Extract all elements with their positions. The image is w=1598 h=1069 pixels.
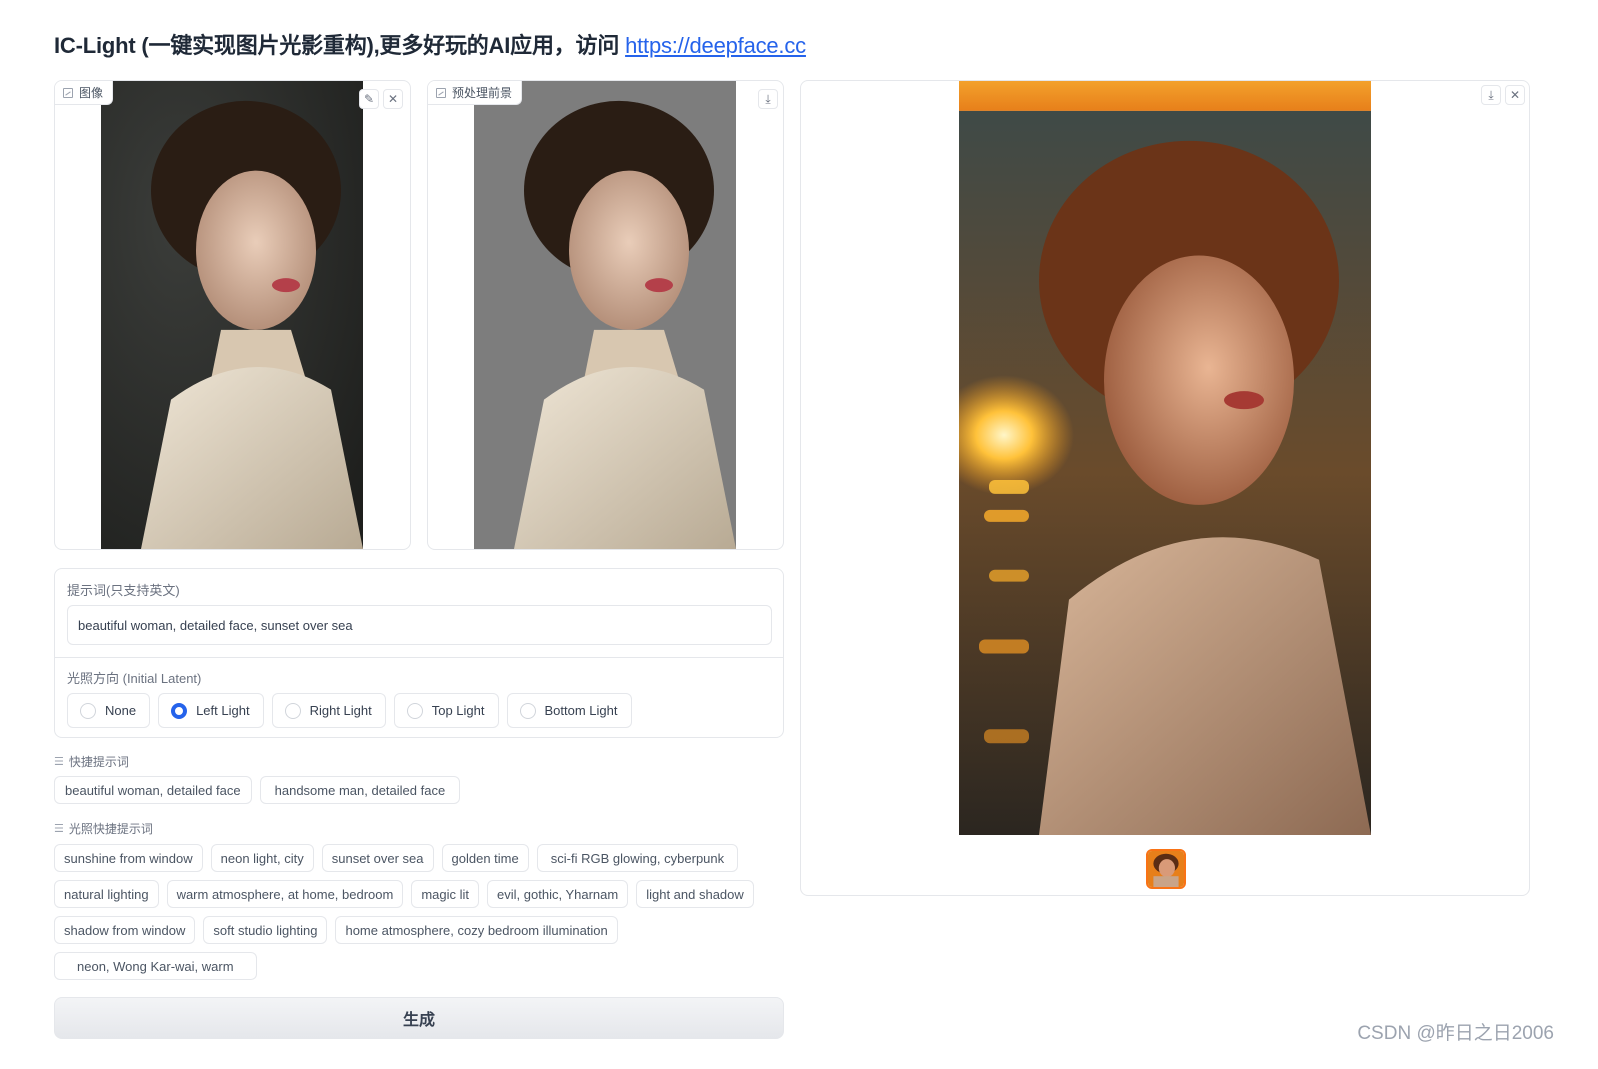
lighting-prompt-chip[interactable]: neon, Wong Kar-wai, warm [54,952,257,980]
lighting-prompt-chip[interactable]: natural lighting [54,880,159,908]
preprocessed-label-text: 预处理前景 [452,86,513,100]
quick-prompts-label-text: 快捷提示词 [68,755,129,769]
lighting-prompts-label-text: 光照快捷提示词 [68,822,153,836]
preprocessed-portrait-image [474,81,736,549]
radio-top-light[interactable]: Top Light [393,693,499,728]
close-icon[interactable]: ✕ [383,89,403,109]
light-direction-radio-group: None Left Light Right Light Top Light Bo… [67,693,632,728]
preprocessed-foreground-panel[interactable]: 预处理前景 ⤓ [427,80,784,550]
radio-circle-icon [80,702,96,719]
form-divider [55,657,783,658]
radio-label: None [105,703,137,718]
gallery-thumbnail[interactable] [1146,849,1186,889]
lighting-prompt-chip[interactable]: shadow from window [54,916,196,944]
list-icon: ☰ [54,756,64,768]
radio-circle-icon [406,702,423,719]
lighting-prompt-chip[interactable]: sunshine from window [54,844,203,872]
lighting-prompt-chip[interactable]: warm atmosphere, at home, bedroom [166,880,404,908]
input-portrait-image [101,81,363,549]
download-icon[interactable]: ⤓ [758,89,778,109]
pencil-icon[interactable]: ✎ [359,89,379,109]
radio-label: Bottom Light [544,703,618,718]
lighting-prompts-label: ☰ 光照快捷提示词 [54,820,153,837]
light-direction-label: 光照方向 (Initial Latent) [67,671,202,686]
input-image-label: 图像 [55,81,114,105]
prompt-input[interactable]: beautiful woman, detailed face, sunset o… [67,605,772,645]
lighting-prompt-chip[interactable]: neon light, city [210,844,314,872]
image-icon [436,87,446,98]
lighting-prompt-chip[interactable]: evil, gothic, Yharnam [487,880,629,908]
lighting-prompts-list: sunshine from window neon light, city su… [54,844,754,980]
settings-form: 提示词(只支持英文) beautiful woman, detailed fac… [54,568,784,738]
lighting-prompt-chip[interactable]: magic lit [411,880,480,908]
list-icon: ☰ [54,823,64,835]
radio-circle-icon [519,702,536,719]
input-image-panel[interactable]: 图像 ✎ ✕ [54,80,411,550]
quick-prompts-label: ☰ 快捷提示词 [54,753,129,770]
prompt-input-value: beautiful woman, detailed face, sunset o… [78,617,353,633]
radio-right-light[interactable]: Right Light [271,693,386,728]
lighting-prompt-chip[interactable]: light and shadow [636,880,754,908]
radio-label: Top Light [431,703,485,718]
quick-prompts-list: beautiful woman, detailed face handsome … [54,776,784,804]
input-image-label-text: 图像 [79,86,104,100]
image-icon [63,87,73,98]
radio-bottom-light[interactable]: Bottom Light [506,693,632,728]
lighting-prompt-chip[interactable]: golden time [441,844,529,872]
page-title: IC-Light (一键实现图片光影重构),更多好玩的AI应用，访问 https… [54,28,806,60]
quick-prompt-chip[interactable]: beautiful woman, detailed face [54,776,252,804]
close-icon[interactable]: ✕ [1505,85,1525,105]
lighting-prompt-chip[interactable]: soft studio lighting [203,916,328,944]
lighting-prompt-chip[interactable]: home atmosphere, cozy bedroom illuminati… [335,916,618,944]
radio-circle-icon [284,702,301,719]
deepface-link[interactable]: https://deepface.cc [625,33,806,58]
output-gallery-panel: ⤓ ✕ [800,80,1530,896]
download-icon[interactable]: ⤓ [1481,85,1501,105]
radio-checked-icon [171,702,188,719]
output-relit-image[interactable] [959,81,1371,835]
quick-prompt-chip[interactable]: handsome man, detailed face [259,776,461,804]
preprocessed-label: 预处理前景 [428,81,523,105]
generate-button[interactable]: 生成 [54,997,784,1039]
radio-left-light[interactable]: Left Light [158,693,264,728]
prompt-label: 提示词(只支持英文) [67,583,180,598]
lighting-prompt-chip[interactable]: sunset over sea [321,844,434,872]
csdn-watermark: CSDN @昨日之日2006 [1357,1023,1554,1044]
radio-label: Right Light [309,703,372,718]
radio-label: Left Light [196,703,250,718]
radio-none[interactable]: None [67,693,151,728]
lighting-prompt-chip[interactable]: sci-fi RGB glowing, cyberpunk [536,844,739,872]
title-text: IC-Light (一键实现图片光影重构),更多好玩的AI应用，访问 [54,33,626,58]
